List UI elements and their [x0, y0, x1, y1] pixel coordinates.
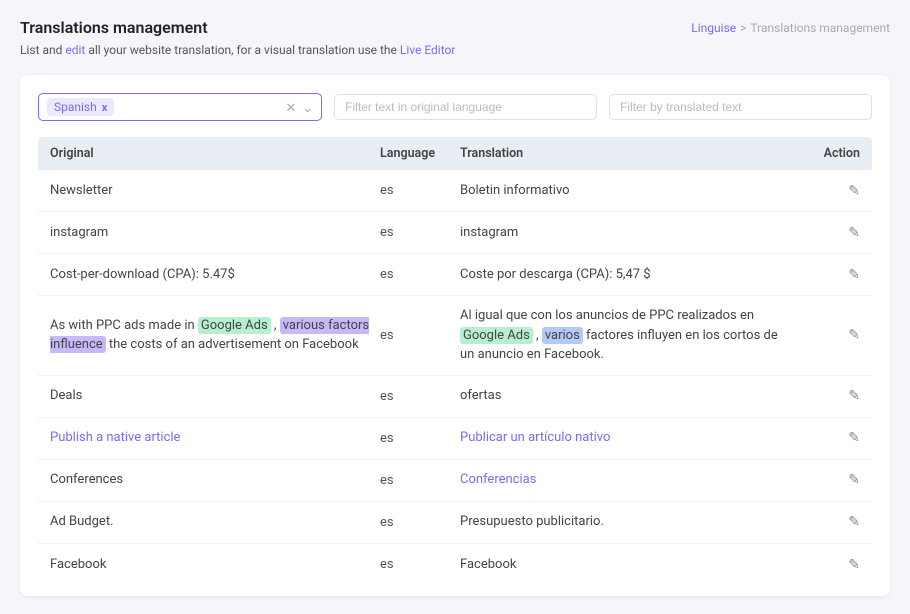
cell-action: ✎	[790, 183, 860, 199]
table-body: Newsletter es Boletin informativo ✎ inst…	[38, 170, 872, 586]
highlight-google-ads-original: Google Ads	[198, 317, 271, 334]
breadcrumb-current: Translations management	[750, 21, 890, 35]
cell-action: ✎	[790, 225, 860, 241]
edit-icon[interactable]: ✎	[848, 225, 860, 241]
cell-original: Newsletter	[50, 181, 380, 201]
cell-translation: Facebook	[460, 555, 790, 575]
cell-lang: es	[380, 473, 460, 488]
filter-translated-input[interactable]	[609, 94, 872, 120]
cell-translation: Conferencias	[460, 470, 790, 490]
language-tag-remove[interactable]: x	[102, 101, 108, 114]
edit-icon[interactable]: ✎	[848, 472, 860, 488]
table-row: Facebook es Facebook ✎	[38, 544, 872, 586]
table-row: Conferences es Conferencias ✎	[38, 460, 872, 502]
language-filter[interactable]: Spanish x ✕ ⌄	[38, 93, 322, 121]
cell-translation: ofertas	[460, 386, 790, 406]
original-link-text: Publish a native article	[50, 430, 180, 445]
cell-translation: instagram	[460, 223, 790, 243]
filter-icons: ✕ ⌄	[285, 101, 313, 114]
col-header-action: Action	[790, 146, 860, 161]
subtitle-edit-link[interactable]: edit	[65, 43, 85, 57]
table-row: Ad Budget. es Presupuesto publicitario. …	[38, 502, 872, 544]
table-row: Cost-per-download (CPA): 5.47$ es Coste …	[38, 254, 872, 296]
edit-icon[interactable]: ✎	[848, 388, 860, 404]
edit-icon[interactable]: ✎	[848, 514, 860, 530]
cell-action: ✎	[790, 327, 860, 343]
highlight-google-ads-translation: Google Ads	[460, 327, 533, 344]
cell-lang: es	[380, 183, 460, 198]
page-subtitle: List and edit all your website translati…	[20, 43, 890, 57]
edit-icon[interactable]: ✎	[848, 327, 860, 343]
cell-original: Cost-per-download (CPA): 5.47$	[50, 265, 380, 285]
cell-original: Ad Budget.	[50, 512, 380, 532]
table-row: Newsletter es Boletin informativo ✎	[38, 170, 872, 212]
highlight-varios-translation: varios	[542, 327, 583, 344]
breadcrumb: Linguise > Translations management	[691, 21, 890, 35]
cell-lang: es	[380, 557, 460, 572]
language-search-input[interactable]	[120, 100, 275, 114]
cell-translation: Al igual que con los anuncios de PPC rea…	[460, 306, 790, 365]
cell-action: ✎	[790, 472, 860, 488]
table-header: Original Language Translation Action	[38, 137, 872, 170]
breadcrumb-home[interactable]: Linguise	[691, 21, 736, 35]
edit-icon[interactable]: ✎	[848, 430, 860, 446]
page-title: Translations management	[20, 18, 208, 37]
clear-filter-icon[interactable]: ✕	[285, 101, 296, 114]
translation-link-text: Publicar un artículo nativo	[460, 430, 610, 445]
cell-lang: es	[380, 431, 460, 446]
table-row: instagram es instagram ✎	[38, 212, 872, 254]
cell-original: As with PPC ads made in Google Ads , var…	[50, 316, 380, 355]
dropdown-filter-icon[interactable]: ⌄	[302, 101, 313, 114]
cell-action: ✎	[790, 388, 860, 404]
cell-translation: Coste por descarga (CPA): 5,47 $	[460, 265, 790, 285]
cell-lang: es	[380, 389, 460, 404]
cell-translation: Boletin informativo	[460, 181, 790, 201]
translation-link-text: Conferencias	[460, 472, 536, 487]
cell-original: Deals	[50, 386, 380, 406]
cell-translation: Presupuesto publicitario.	[460, 512, 790, 532]
edit-icon[interactable]: ✎	[848, 557, 860, 573]
cell-original: instagram	[50, 223, 380, 243]
cell-action: ✎	[790, 514, 860, 530]
cell-lang: es	[380, 328, 460, 343]
cell-original: Publish a native article	[50, 428, 380, 448]
cell-original: Facebook	[50, 555, 380, 575]
cell-action: ✎	[790, 430, 860, 446]
cell-lang: es	[380, 267, 460, 282]
filters-row: Spanish x ✕ ⌄	[38, 93, 872, 121]
main-card: Spanish x ✕ ⌄ Original Language Translat…	[20, 75, 890, 596]
table-row: As with PPC ads made in Google Ads , var…	[38, 296, 872, 376]
cell-action: ✎	[790, 557, 860, 573]
filter-original-input[interactable]	[334, 94, 597, 120]
col-header-translation: Translation	[460, 146, 790, 161]
col-header-original: Original	[50, 146, 380, 161]
language-tag: Spanish x	[47, 98, 114, 116]
cell-translation: Publicar un artículo nativo	[460, 428, 790, 448]
edit-icon[interactable]: ✎	[848, 267, 860, 283]
edit-icon[interactable]: ✎	[848, 183, 860, 199]
cell-action: ✎	[790, 267, 860, 283]
cell-lang: es	[380, 225, 460, 240]
table-row: Publish a native article es Publicar un …	[38, 418, 872, 460]
col-header-language: Language	[380, 146, 460, 161]
table-row: Deals es ofertas ✎	[38, 376, 872, 418]
cell-lang: es	[380, 515, 460, 530]
subtitle-live-editor-link[interactable]: Live Editor	[400, 43, 456, 57]
language-tag-label: Spanish	[54, 100, 97, 114]
breadcrumb-separator: >	[740, 21, 746, 35]
cell-original: Conferences	[50, 470, 380, 490]
